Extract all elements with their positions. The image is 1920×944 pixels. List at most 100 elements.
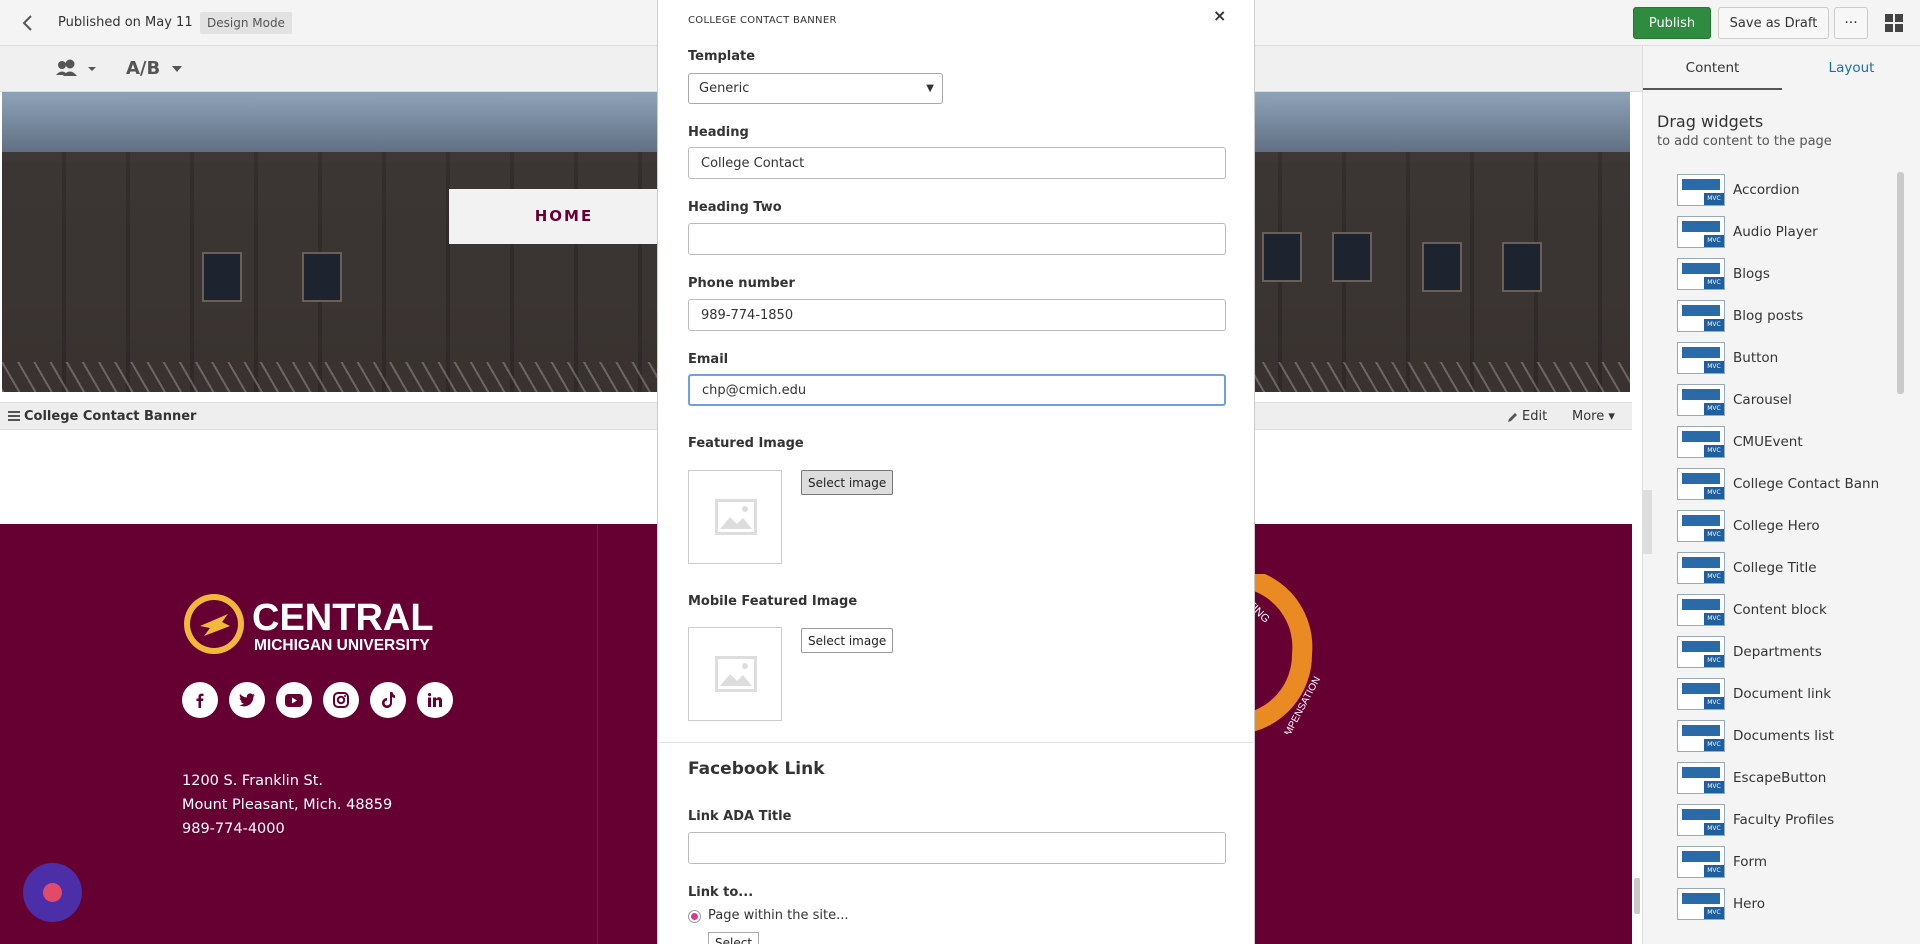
widget-thumbnail-bar bbox=[1682, 851, 1720, 862]
logo-text-sub: MICHIGAN UNIVERSITY bbox=[254, 637, 430, 654]
mvc-badge: MVC bbox=[1704, 487, 1724, 499]
template-value: Generic bbox=[699, 81, 750, 96]
published-status: Published on May 11 bbox=[58, 15, 193, 30]
panel-collapse-handle[interactable] bbox=[1642, 490, 1652, 554]
widget-name: Button bbox=[1733, 350, 1779, 366]
mvc-badge: MVC bbox=[1704, 907, 1724, 919]
widget-thumbnail-icon: MVC bbox=[1677, 888, 1725, 920]
widget-name: Blog posts bbox=[1733, 308, 1804, 324]
mobile-select-image-button[interactable]: Select image bbox=[801, 628, 894, 653]
widget-thumbnail-icon: MVC bbox=[1677, 510, 1725, 542]
instagram-icon[interactable] bbox=[323, 682, 359, 718]
widget-thumbnail-bar bbox=[1682, 515, 1720, 526]
dialog-title: COLLEGE CONTACT BANNER bbox=[688, 15, 837, 26]
tab-content[interactable]: Content bbox=[1643, 46, 1782, 90]
template-select[interactable]: Generic ▼ bbox=[688, 73, 943, 104]
chat-icon[interactable] bbox=[23, 863, 82, 922]
widget-name: College Hero bbox=[1733, 518, 1820, 534]
tiktok-icon[interactable] bbox=[370, 682, 406, 718]
tab-layout[interactable]: Layout bbox=[1782, 46, 1920, 90]
widget-item[interactable]: MVC College Contact Bann... bbox=[1677, 464, 1887, 506]
widget-item[interactable]: MVC Audio Player bbox=[1677, 212, 1887, 254]
widget-thumbnail-bar bbox=[1682, 725, 1720, 736]
nav-home-label: HOME bbox=[534, 207, 594, 225]
panel-tabs: Content Layout bbox=[1643, 46, 1920, 90]
widget-thumbnail-bar bbox=[1682, 893, 1720, 904]
edit-widget-button[interactable]: Edit bbox=[1522, 409, 1547, 424]
panel-scrollbar[interactable] bbox=[1897, 172, 1904, 394]
mvc-badge: MVC bbox=[1704, 739, 1724, 751]
widget-thumbnail-icon: MVC bbox=[1677, 426, 1725, 458]
widget-item[interactable]: MVC College Hero bbox=[1677, 506, 1887, 548]
widget-item[interactable]: MVC Carousel bbox=[1677, 380, 1887, 422]
ab-test-dropdown[interactable]: A/B bbox=[126, 58, 160, 79]
mvc-badge: MVC bbox=[1704, 865, 1724, 877]
nav-home-tab[interactable]: HOME bbox=[449, 189, 679, 244]
widget-thumbnail-icon: MVC bbox=[1677, 720, 1725, 752]
link-ada-input[interactable] bbox=[688, 832, 1226, 864]
email-input[interactable] bbox=[688, 374, 1226, 406]
hero-window bbox=[202, 252, 242, 302]
widget-item[interactable]: MVC Departments bbox=[1677, 632, 1887, 674]
mvc-badge: MVC bbox=[1704, 823, 1724, 835]
footer-address: 1200 S. Franklin St. Mount Pleasant, Mic… bbox=[182, 769, 392, 841]
widget-thumbnail-bar bbox=[1682, 431, 1720, 442]
back-icon[interactable] bbox=[18, 13, 38, 33]
hero-window bbox=[1502, 242, 1542, 292]
widget-thumbnail-icon: MVC bbox=[1677, 468, 1725, 500]
widget-name: Accordion bbox=[1733, 182, 1800, 198]
select-page-button[interactable]: Select bbox=[708, 932, 760, 944]
close-icon[interactable]: × bbox=[1213, 6, 1226, 25]
widget-item[interactable]: MVC Form bbox=[1677, 842, 1887, 884]
grid-icon[interactable] bbox=[1885, 14, 1903, 32]
widget-item[interactable]: MVC Blog posts bbox=[1677, 296, 1887, 338]
canvas-scrollbar[interactable] bbox=[1634, 878, 1640, 914]
hero-window bbox=[1422, 242, 1462, 292]
heading-two-label: Heading Two bbox=[688, 200, 782, 215]
widget-more-button[interactable]: More ▾ bbox=[1572, 409, 1615, 424]
featured-select-image-button[interactable]: Select image bbox=[801, 470, 894, 495]
widget-item[interactable]: MVC Hero bbox=[1677, 884, 1887, 926]
widget-thumbnail-bar bbox=[1682, 347, 1720, 358]
widget-item[interactable]: MVC EscapeButton bbox=[1677, 758, 1887, 800]
widget-name: Content block bbox=[1733, 602, 1827, 618]
publish-button[interactable]: Publish bbox=[1633, 7, 1711, 39]
widget-item[interactable]: MVC Document link bbox=[1677, 674, 1887, 716]
drag-widgets-heading: Drag widgets bbox=[1657, 112, 1764, 131]
widget-thumbnail-bar bbox=[1682, 263, 1720, 274]
template-label: Template bbox=[688, 49, 756, 64]
widget-item[interactable]: MVC College Title bbox=[1677, 548, 1887, 590]
widget-name: College Title bbox=[1733, 560, 1817, 576]
heading-input[interactable] bbox=[688, 147, 1226, 179]
widget-item[interactable]: MVC Button bbox=[1677, 338, 1887, 380]
mvc-badge: MVC bbox=[1704, 193, 1724, 205]
widgets-panel: Content Layout Drag widgets to add conte… bbox=[1642, 46, 1920, 944]
phone-label: Phone number bbox=[688, 276, 795, 291]
mobile-image-label: Mobile Featured Image bbox=[688, 594, 858, 609]
twitter-icon[interactable] bbox=[229, 682, 265, 718]
widget-thumbnail-bar bbox=[1682, 473, 1720, 484]
linkedin-icon[interactable] bbox=[417, 682, 453, 718]
page-within-site-radio[interactable] bbox=[688, 910, 701, 923]
heading-two-input[interactable] bbox=[688, 223, 1226, 255]
widget-item[interactable]: MVC Blogs bbox=[1677, 254, 1887, 296]
widget-item[interactable]: MVC Content block bbox=[1677, 590, 1887, 632]
widget-item[interactable]: MVC Faculty Profiles bbox=[1677, 800, 1887, 842]
more-actions-button[interactable]: ··· bbox=[1834, 7, 1868, 39]
footer-divider bbox=[597, 524, 598, 944]
email-label: Email bbox=[688, 352, 729, 367]
widget-thumbnail-icon: MVC bbox=[1677, 300, 1725, 332]
facebook-icon[interactable] bbox=[182, 682, 218, 718]
save-draft-button[interactable]: Save as Draft bbox=[1718, 7, 1829, 39]
widget-item[interactable]: MVC CMUEvent bbox=[1677, 422, 1887, 464]
widget-item[interactable]: MVC Accordion bbox=[1677, 170, 1887, 212]
pencil-icon[interactable] bbox=[1507, 411, 1519, 423]
phone-input[interactable] bbox=[688, 299, 1226, 331]
hamburger-icon[interactable] bbox=[8, 411, 20, 421]
widget-item[interactable]: MVC Documents list bbox=[1677, 716, 1887, 758]
persona-icon[interactable] bbox=[56, 59, 100, 79]
widget-name: Form bbox=[1733, 854, 1768, 870]
youtube-icon[interactable] bbox=[276, 682, 312, 718]
drag-widgets-subtitle: to add content to the page bbox=[1657, 134, 1832, 149]
chevron-down-icon[interactable] bbox=[172, 66, 182, 72]
